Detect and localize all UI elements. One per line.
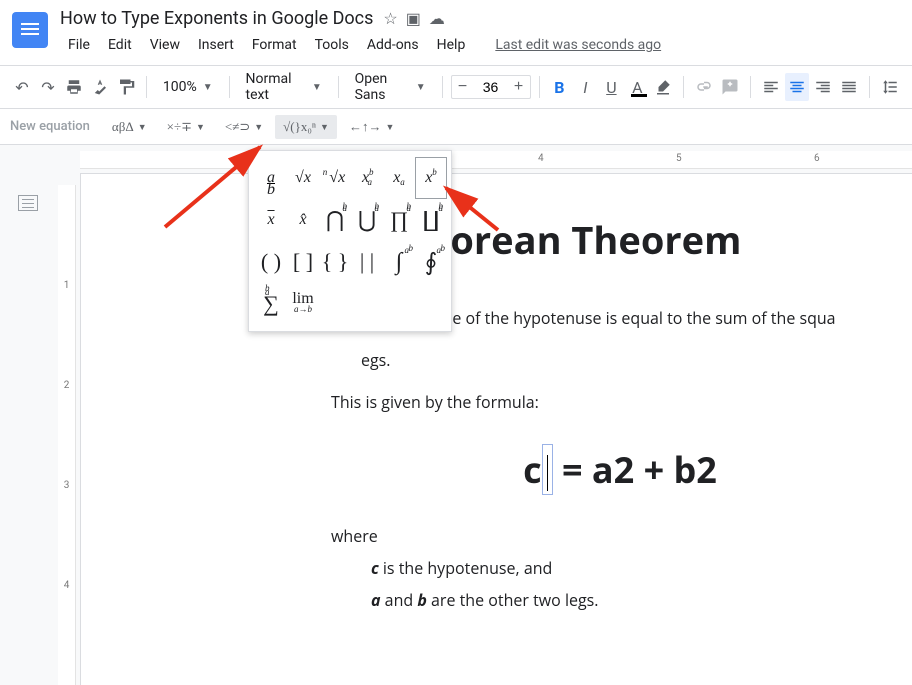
move-icon[interactable]: ▣: [406, 9, 421, 28]
math-parentheses[interactable]: ( ): [255, 241, 287, 283]
font-size-decrease[interactable]: −: [452, 76, 474, 98]
vertical-ruler[interactable]: 1 2 3 4: [58, 185, 76, 685]
align-right-button[interactable]: [811, 73, 835, 101]
equation-cursor[interactable]: [542, 444, 553, 495]
print-button[interactable]: [62, 73, 86, 101]
cloud-icon[interactable]: ☁: [429, 9, 445, 28]
document-page[interactable]: hagorean Theorem the square of the hypot…: [80, 173, 912, 685]
math-operations-menu[interactable]: √(}x₀ⁿ▼: [275, 115, 337, 139]
align-justify-button[interactable]: [837, 73, 861, 101]
math-sum[interactable]: ∑ba: [255, 283, 287, 325]
app-header: How to Type Exponents in Google Docs ☆ ▣…: [0, 0, 912, 57]
math-product[interactable]: ∏ba: [383, 199, 415, 241]
document-title[interactable]: How to Type Exponents in Google Docs: [60, 8, 373, 29]
font-size-control: − +: [451, 75, 531, 99]
font-size-increase[interactable]: +: [508, 76, 530, 98]
insert-link-button[interactable]: [692, 73, 716, 101]
annotation-arrow-2: [438, 180, 508, 244]
paragraph-1a[interactable]: the square of the hypotenuse is equal to…: [381, 306, 859, 330]
equation-display[interactable]: c = a2 + b2: [381, 444, 859, 495]
equation-toolbar: New equation αβΔ▼ ×÷∓▼ <≠⊃▼ √(}x₀ⁿ▼ ←↑→▼: [0, 109, 912, 145]
main-toolbar: ↶ ↷ 100%▼ Normal text▼ Open Sans▼ − + B …: [0, 65, 912, 109]
greek-letters-menu[interactable]: αβΔ▼: [104, 115, 155, 139]
math-contour-integral[interactable]: ∮ba: [415, 241, 447, 283]
menu-bar: File Edit View Insert Format Tools Add-o…: [60, 33, 900, 57]
new-equation-button[interactable]: New equation: [10, 119, 90, 134]
outline-icon[interactable]: [18, 195, 38, 211]
math-limit[interactable]: lima→b: [287, 283, 319, 325]
align-center-button[interactable]: [785, 73, 809, 101]
where-line-1[interactable]: c is the hypotenuse, and: [371, 557, 859, 579]
add-comment-button[interactable]: [718, 73, 742, 101]
highlight-button[interactable]: [651, 73, 675, 101]
font-family-select[interactable]: Open Sans▼: [347, 73, 434, 101]
font-size-input[interactable]: [474, 79, 508, 95]
underline-button[interactable]: U: [599, 73, 623, 101]
math-intersection[interactable]: ⋂ba: [319, 199, 351, 241]
menu-tools[interactable]: Tools: [307, 33, 357, 57]
where-label[interactable]: where: [331, 525, 859, 547]
menu-help[interactable]: Help: [429, 33, 474, 57]
math-subsup[interactable]: xba: [351, 157, 383, 199]
relations-menu[interactable]: <≠⊃▼: [217, 115, 271, 139]
where-line-2[interactable]: a and b are the other two legs.: [371, 589, 859, 611]
math-operations-popup: ab √x n√x xba xa xb x x̂ ⋂ba ⋃ba ∏ba ∐ba…: [248, 150, 452, 332]
left-sidebar: [0, 145, 56, 685]
bold-button[interactable]: B: [547, 73, 571, 101]
math-braces[interactable]: { }: [319, 241, 351, 283]
docs-logo-icon[interactable]: [12, 12, 48, 48]
math-brackets[interactable]: [ ]: [287, 241, 319, 283]
star-icon[interactable]: ☆: [383, 9, 397, 28]
italic-button[interactable]: I: [573, 73, 597, 101]
math-sqrt[interactable]: √x: [287, 157, 319, 199]
menu-view[interactable]: View: [142, 33, 188, 57]
menu-insert[interactable]: Insert: [190, 33, 242, 57]
math-hat[interactable]: x̂: [287, 199, 319, 241]
spellcheck-button[interactable]: [88, 73, 112, 101]
annotation-arrow-1: [160, 142, 270, 236]
paragraph-2[interactable]: This is given by the formula:: [331, 390, 859, 414]
menu-file[interactable]: File: [60, 33, 98, 57]
align-left-button[interactable]: [759, 73, 783, 101]
menu-edit[interactable]: Edit: [100, 33, 140, 57]
math-absolute[interactable]: | |: [351, 241, 383, 283]
math-nthroot[interactable]: n√x: [319, 157, 351, 199]
redo-button[interactable]: ↷: [36, 73, 60, 101]
misc-operators-menu[interactable]: ×÷∓▼: [159, 115, 213, 139]
menu-format[interactable]: Format: [244, 33, 305, 57]
math-union[interactable]: ⋃ba: [351, 199, 383, 241]
zoom-select[interactable]: 100%▼: [155, 73, 221, 101]
undo-button[interactable]: ↶: [10, 73, 34, 101]
line-spacing-button[interactable]: [878, 73, 902, 101]
paint-format-button[interactable]: [114, 73, 138, 101]
math-subscript[interactable]: xa: [383, 157, 415, 199]
last-edit-link[interactable]: Last edit was seconds ago: [487, 33, 669, 57]
text-color-button[interactable]: A: [625, 73, 649, 101]
paragraph-1b[interactable]: egs.: [361, 348, 859, 372]
arrows-menu[interactable]: ←↑→▼: [341, 115, 402, 139]
paragraph-style-select[interactable]: Normal text▼: [237, 73, 329, 101]
math-integral[interactable]: ∫ba: [383, 241, 415, 283]
menu-addons[interactable]: Add-ons: [359, 33, 427, 57]
